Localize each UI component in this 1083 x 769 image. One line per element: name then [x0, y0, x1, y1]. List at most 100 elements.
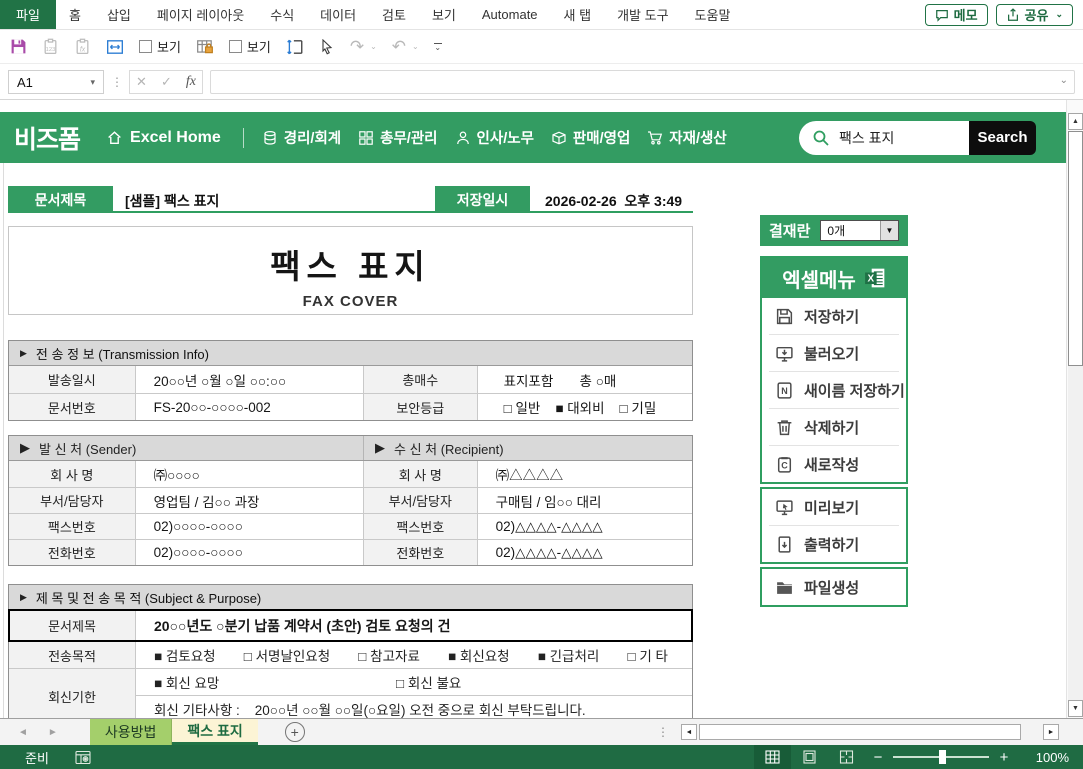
- scroll-down-icon[interactable]: ▼: [1068, 700, 1083, 717]
- excel-home-link[interactable]: Excel Home: [106, 129, 221, 147]
- horizontal-scrollbar-thumb[interactable]: [699, 724, 1021, 740]
- page-break-view-button[interactable]: [828, 745, 865, 769]
- search-input[interactable]: 팩스 표지: [799, 121, 969, 155]
- menu-item-file-create[interactable]: 파일생성: [762, 569, 906, 605]
- tab-developer[interactable]: 개발 도구: [604, 0, 681, 29]
- tab-new-tab[interactable]: 새 탭: [551, 0, 605, 29]
- menu-sales[interactable]: 판매/영업: [551, 127, 630, 148]
- purpose-option[interactable]: □ 참고자료: [358, 645, 420, 665]
- tab-automate[interactable]: Automate: [469, 0, 551, 29]
- name-box-chevron-icon[interactable]: ▾: [90, 77, 95, 88]
- sheet-nav-right-icon[interactable]: ►: [48, 727, 58, 738]
- purpose-option[interactable]: ■ 회신요청: [448, 645, 510, 665]
- select-cursor-button[interactable]: [319, 39, 335, 55]
- name-box[interactable]: A1 ▾: [8, 70, 104, 94]
- customize-qat-button[interactable]: ⌄: [434, 43, 442, 50]
- vertical-scrollbar-thumb[interactable]: [1068, 131, 1083, 366]
- macro-record-icon[interactable]: [75, 750, 91, 765]
- menu-item-preview[interactable]: 미리보기: [762, 489, 906, 525]
- formula-expand-chevron-icon[interactable]: ⌄: [1060, 75, 1068, 86]
- checkbox-icon[interactable]: [139, 40, 152, 53]
- cancel-icon[interactable]: ✕: [136, 74, 147, 90]
- formula-input[interactable]: ⌄: [210, 70, 1075, 94]
- undo-button[interactable]: ↶ ⌄: [392, 38, 419, 55]
- tab-view[interactable]: 보기: [419, 0, 469, 29]
- zoom-slider-thumb[interactable]: [939, 750, 946, 764]
- undo-chevron-icon[interactable]: ⌄: [412, 42, 419, 51]
- cell-value[interactable]: □ 일반 ■ 대외비 □ 기밀: [478, 394, 692, 420]
- tab-file[interactable]: 파일: [0, 0, 56, 29]
- tab-formulas[interactable]: 수식: [257, 0, 307, 29]
- paste-formulas-button[interactable]: fx: [74, 38, 91, 55]
- sheetbar-dots-icon[interactable]: ⋮: [657, 725, 669, 739]
- share-chevron-icon[interactable]: ⌄: [1055, 9, 1063, 20]
- normal-view-button[interactable]: [754, 745, 791, 769]
- menu-general-affairs[interactable]: 총무/관리: [358, 127, 437, 148]
- tab-page-layout[interactable]: 페이지 레이아웃: [144, 0, 257, 29]
- cell-value[interactable]: 02)○○○○-○○○○: [136, 514, 363, 539]
- zoom-in-button[interactable]: +: [991, 749, 1017, 766]
- tab-data[interactable]: 데이터: [307, 0, 369, 29]
- row-height-button[interactable]: [286, 38, 304, 56]
- horizontal-scrollbar[interactable]: ◄ ►: [681, 724, 1059, 740]
- column-width-button[interactable]: [106, 38, 124, 56]
- protect-sheet-button[interactable]: [196, 38, 214, 56]
- save-button[interactable]: [10, 38, 27, 55]
- menu-item-save[interactable]: 저장하기: [762, 298, 906, 334]
- cell-value[interactable]: ㈜△△△△: [478, 461, 692, 487]
- cell-value[interactable]: 구매팀 / 임○○ 대리: [478, 488, 692, 513]
- cell-value[interactable]: FS-20○○-○○○○-002: [136, 394, 363, 420]
- sheet-tab-usage[interactable]: 사용방법: [90, 719, 173, 745]
- hscroll-right-icon[interactable]: ►: [1043, 724, 1059, 740]
- reply-option[interactable]: ■ 회신 요망: [154, 672, 396, 692]
- cell-value[interactable]: 02)△△△△-△△△△: [478, 514, 692, 539]
- search-button[interactable]: Search: [969, 121, 1036, 155]
- sheet-nav-left-icon[interactable]: ◄: [18, 727, 28, 738]
- tab-home[interactable]: 홈: [56, 0, 94, 29]
- redo-chevron-icon[interactable]: ⌄: [370, 42, 377, 51]
- doc-subject-value[interactable]: 20○○년도 ○분기 납품 계약서 (초안) 검토 요청의 건: [136, 610, 692, 641]
- redo-button[interactable]: ↷ ⌄: [350, 38, 377, 55]
- cell-value[interactable]: ㈜○○○○: [136, 461, 363, 487]
- zoom-percentage[interactable]: 100%: [1017, 750, 1069, 765]
- tab-insert[interactable]: 삽입: [94, 0, 144, 29]
- share-button[interactable]: 공유 ⌄: [996, 4, 1073, 26]
- cell-value[interactable]: 02)△△△△-△△△△: [478, 540, 692, 565]
- sheet-tab-fax-cover[interactable]: 팩스 표지: [172, 719, 257, 745]
- purpose-option[interactable]: □ 서명날인요청: [244, 645, 330, 665]
- menu-item-delete[interactable]: 삭제하기: [762, 409, 906, 445]
- page-layout-view-button[interactable]: [791, 745, 828, 769]
- bizform-logo[interactable]: 비즈폼: [14, 120, 80, 156]
- tab-review[interactable]: 검토: [369, 0, 419, 29]
- approval-select[interactable]: 0개 ▼: [820, 220, 899, 241]
- purpose-option[interactable]: □ 기 타: [627, 645, 668, 665]
- menu-hr[interactable]: 인사/노무: [455, 127, 534, 148]
- scroll-up-icon[interactable]: ▲: [1068, 113, 1083, 130]
- zoom-slider[interactable]: [893, 756, 989, 758]
- cell-value[interactable]: 영업팀 / 김○○ 과장: [136, 488, 363, 513]
- checkbox-icon[interactable]: [229, 40, 242, 53]
- menu-item-save-as[interactable]: N 새이름 저장하기: [762, 372, 906, 408]
- view-toggle-2[interactable]: 보기: [229, 37, 271, 56]
- comments-button[interactable]: 메모: [925, 4, 988, 26]
- reply-note[interactable]: 회신 기타사항 : 20○○년 ○○월 ○○일(○요일) 오전 중으로 회신 부…: [154, 699, 586, 718]
- purpose-option[interactable]: ■ 긴급처리: [538, 645, 600, 665]
- zoom-out-button[interactable]: −: [865, 749, 891, 766]
- menu-accounting[interactable]: 경리/회계: [262, 127, 341, 148]
- menu-item-load[interactable]: 불러오기: [762, 335, 906, 371]
- menu-production[interactable]: 자재/생산: [647, 127, 726, 148]
- enter-icon[interactable]: ✓: [161, 74, 172, 90]
- paste-values-button[interactable]: 123: [42, 38, 59, 55]
- insert-function-icon[interactable]: fx: [186, 74, 196, 90]
- cell-value[interactable]: 20○○년 ○월 ○일 ○○:○○: [136, 366, 363, 393]
- view-toggle-1[interactable]: 보기: [139, 37, 181, 56]
- purpose-option[interactable]: ■ 검토요청: [154, 645, 216, 665]
- approval-dropdown-icon[interactable]: ▼: [880, 221, 898, 240]
- menu-item-print[interactable]: 출력하기: [762, 526, 906, 562]
- cell-value[interactable]: 표지포함 총 ○매: [478, 366, 692, 393]
- tab-help[interactable]: 도움말: [682, 0, 744, 29]
- hscroll-left-icon[interactable]: ◄: [681, 724, 697, 740]
- vertical-scrollbar-track[interactable]: [1068, 366, 1083, 700]
- reply-option[interactable]: □ 회신 불요: [396, 672, 461, 692]
- add-sheet-button[interactable]: +: [285, 722, 305, 742]
